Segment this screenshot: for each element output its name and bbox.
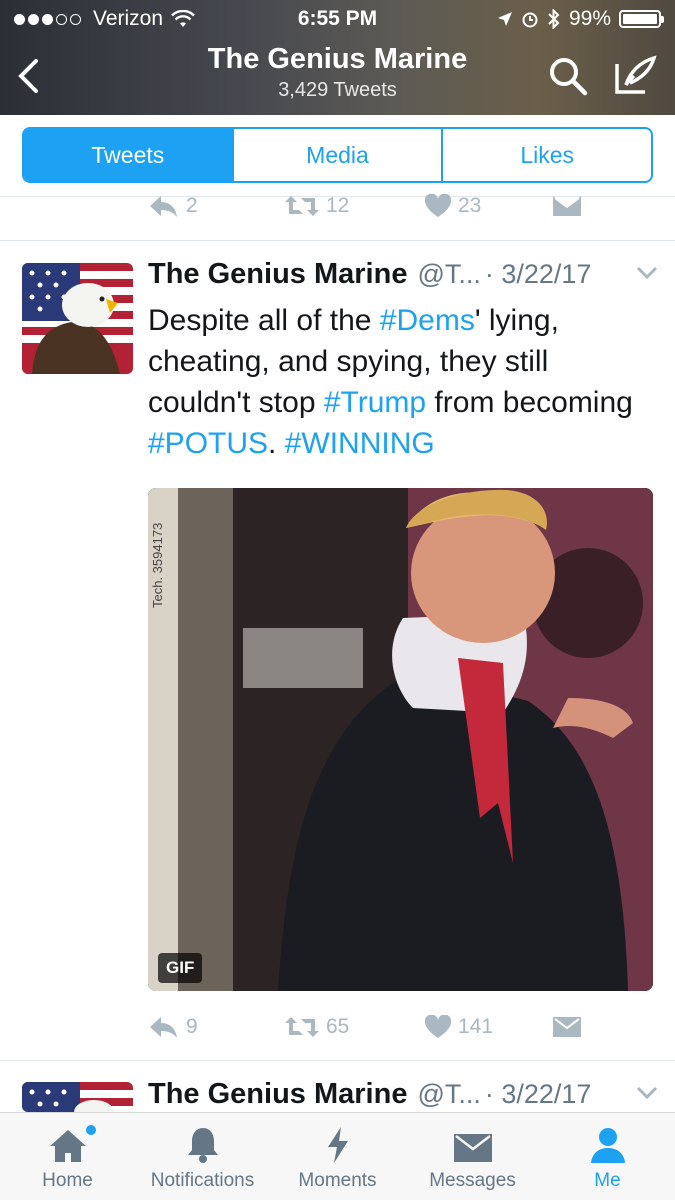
gif-image: Tech. 3594173 — [148, 488, 653, 991]
chevron-down-icon[interactable] — [636, 266, 658, 280]
tab-likes[interactable]: Likes — [443, 129, 651, 181]
author-name[interactable]: The Genius Marine — [148, 258, 407, 291]
tweet-date: · 3/22/17 — [484, 259, 592, 289]
tab-label: Messages — [429, 1170, 516, 1191]
author-handle[interactable]: @T... — [417, 259, 480, 290]
search-button[interactable] — [546, 54, 590, 98]
envelope-icon — [553, 1017, 581, 1037]
author-handle[interactable]: @T... — [417, 1079, 480, 1110]
tweet-text-segment: from becoming — [426, 386, 633, 419]
tab-label: Home — [42, 1170, 93, 1191]
eagle-flag-avatar-image — [22, 263, 133, 374]
eagle-flag-avatar-image — [22, 1082, 133, 1112]
tweet-text-segment: Despite all of the — [148, 304, 380, 337]
hashtag-link[interactable]: #Dems — [380, 304, 475, 337]
like-count: 23 — [458, 194, 482, 217]
profile-tabs: Tweets Media Likes — [22, 127, 653, 183]
divider — [0, 1060, 675, 1061]
reply-icon — [150, 1017, 177, 1038]
direct-message-button[interactable] — [552, 194, 582, 218]
tweet-text: Despite all of the #Dems' lying, cheatin… — [148, 300, 648, 464]
reply-button[interactable]: 2 — [148, 194, 198, 218]
avatar[interactable] — [22, 1082, 133, 1112]
tweet-header: The Genius Marine @T... · 3/22/17 — [148, 258, 658, 291]
search-icon — [550, 58, 588, 96]
navigation-bar: The Genius Marine 3,429 Tweets — [0, 38, 675, 115]
compose-feather-icon — [615, 55, 657, 94]
tab-moments[interactable]: Moments — [270, 1113, 405, 1200]
hashtag-link[interactable]: #WINNING — [285, 427, 435, 460]
status-bar: Verizon 6:55 PM 99% — [0, 0, 675, 38]
person-icon — [590, 1128, 625, 1163]
compose-tweet-button[interactable] — [612, 52, 658, 98]
divider — [0, 240, 675, 241]
like-count: 141 — [458, 1015, 494, 1038]
avatar[interactable] — [22, 263, 133, 374]
reply-icon — [150, 196, 177, 217]
retweet-button[interactable]: 65 — [284, 1015, 349, 1039]
reply-button[interactable]: 9 — [148, 1015, 198, 1039]
clock: 6:55 PM — [297, 7, 378, 30]
like-button[interactable]: 141 — [424, 1015, 493, 1039]
retweet-icon — [285, 196, 319, 216]
new-content-dot — [86, 1125, 96, 1135]
home-icon — [49, 1130, 86, 1162]
reply-count: 2 — [186, 194, 198, 217]
reply-count: 9 — [186, 1015, 198, 1038]
tab-messages[interactable]: Messages — [405, 1113, 540, 1200]
bottom-tab-bar: Home Notifications Moments Messages Me — [0, 1112, 675, 1200]
tab-media[interactable]: Media — [234, 129, 444, 181]
tweet-date: · 3/22/17 — [484, 1079, 592, 1109]
retweet-icon — [285, 1017, 319, 1037]
retweet-count: 12 — [326, 194, 350, 217]
heart-icon — [424, 1015, 452, 1038]
envelope-icon — [553, 196, 581, 216]
like-button[interactable]: 23 — [424, 194, 481, 218]
heart-icon — [424, 194, 452, 217]
tab-home[interactable]: Home — [0, 1113, 135, 1200]
retweet-count: 65 — [326, 1015, 350, 1038]
tab-label: Notifications — [150, 1170, 255, 1191]
direct-message-button[interactable] — [552, 1015, 582, 1039]
tab-label: Me — [594, 1170, 621, 1191]
svg-text:Tech. 3594173: Tech. 3594173 — [150, 523, 165, 608]
tab-me[interactable]: Me — [540, 1113, 675, 1200]
battery-icon — [619, 10, 664, 28]
chevron-down-icon[interactable] — [636, 1086, 658, 1100]
tab-notifications[interactable]: Notifications — [135, 1113, 270, 1200]
lightning-icon — [327, 1127, 348, 1163]
retweet-button[interactable]: 12 — [284, 194, 349, 218]
tweet-gif-media[interactable]: Tech. 3594173 GIF — [148, 488, 653, 991]
bell-icon — [187, 1128, 218, 1163]
tweet-actions: 9 65 141 — [148, 1007, 648, 1047]
next-tweet-header: The Genius Marine @T... · 3/22/17 — [148, 1078, 658, 1111]
prev-tweet-actions: 2 12 23 — [148, 186, 648, 226]
envelope-icon — [453, 1134, 492, 1162]
tab-label: Moments — [298, 1170, 377, 1191]
author-name[interactable]: The Genius Marine — [148, 1078, 407, 1111]
hashtag-link[interactable]: #POTUS — [148, 427, 268, 460]
tweet-text-segment: . — [268, 427, 285, 460]
gif-badge: GIF — [158, 953, 203, 983]
hashtag-link[interactable]: #Trump — [324, 386, 426, 419]
tab-tweets[interactable]: Tweets — [24, 129, 234, 181]
